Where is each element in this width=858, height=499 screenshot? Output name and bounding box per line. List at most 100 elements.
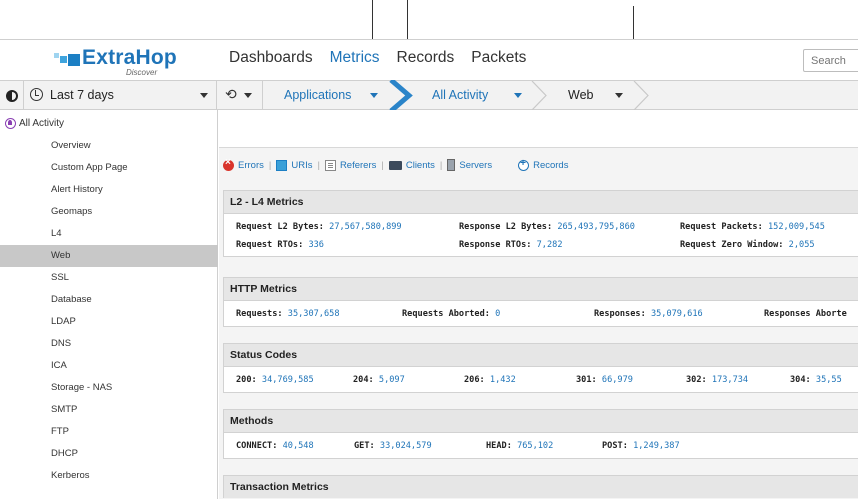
sidebar-item-dhcp[interactable]: DHCP <box>0 443 218 465</box>
chevron-down-icon[interactable] <box>244 93 252 98</box>
breadcrumb-arrow-icon <box>633 81 649 110</box>
metric-status-301[interactable]: 301: 66,979 <box>576 375 633 385</box>
link-servers-label: Servers <box>459 159 493 171</box>
search-input[interactable] <box>803 49 858 72</box>
section-body: Request L2 Bytes: 27,567,580,899 Respons… <box>223 213 858 257</box>
metric-method-head[interactable]: HEAD: 765,102 <box>486 441 553 451</box>
section-methods: Methods CONNECT: 40,548 GET: 33,024,579 … <box>223 409 858 459</box>
sidebar-item-custom-app-page[interactable]: Custom App Page <box>0 157 218 179</box>
sidebar-item-smtp[interactable]: SMTP <box>0 399 218 421</box>
sidebar-root-all-activity[interactable]: All Activity <box>5 118 64 129</box>
metric-request-rtos[interactable]: Request RTOs: 336 <box>236 240 324 250</box>
refresh-icon[interactable]: ⟲ <box>225 86 237 103</box>
metric-responses[interactable]: Responses: 35,079,616 <box>594 309 703 319</box>
main-nav: Dashboards Metrics Records Packets <box>229 49 526 67</box>
metric-status-200[interactable]: 200: 34,769,585 <box>236 375 314 385</box>
sidebar-item-database[interactable]: Database <box>0 289 218 311</box>
add-record-icon <box>518 158 530 171</box>
logo-text: ExtraHop <box>82 46 177 69</box>
link-referers-label: Referers <box>339 159 377 171</box>
section-title: L2 - L4 Metrics <box>223 190 858 213</box>
metric-method-get[interactable]: GET: 33,024,579 <box>354 441 432 451</box>
chevron-down-icon[interactable] <box>615 93 623 98</box>
toolbar-divider <box>23 81 24 110</box>
metric-response-rtos[interactable]: Response RTOs: 7,282 <box>459 240 563 250</box>
section-body: Requests: 35,307,658 Requests Aborted: 0… <box>223 300 858 327</box>
extrahop-logo[interactable]: ExtraHop Discover <box>54 46 204 78</box>
metric-request-zero-window[interactable]: Request Zero Window: 2,055 <box>680 240 815 250</box>
link-separator: | <box>317 159 320 171</box>
link-servers[interactable]: Servers <box>447 159 492 171</box>
metric-links-bar: Errors | URIs | Referers | Clients | Ser… <box>223 157 568 171</box>
time-range-selector[interactable]: Last 7 days <box>50 88 114 102</box>
metric-requests[interactable]: Requests: 35,307,658 <box>236 309 340 319</box>
metric-request-l2-bytes[interactable]: Request L2 Bytes: 27,567,580,899 <box>236 222 402 232</box>
sidebar-item-alert-history[interactable]: Alert History <box>0 179 218 201</box>
link-uris-label: URIs <box>291 159 313 171</box>
logo-mark-icon <box>54 53 80 69</box>
link-errors-label: Errors <box>238 159 264 171</box>
logo-subtitle: Discover <box>126 68 158 77</box>
metric-request-packets[interactable]: Request Packets: 152,009,545 <box>680 222 825 232</box>
sidebar-item-storage-nas[interactable]: Storage - NAS <box>0 377 218 399</box>
link-records[interactable]: Records <box>518 158 568 171</box>
document-icon <box>324 159 336 171</box>
metric-method-post[interactable]: POST: 1,249,387 <box>602 441 680 451</box>
link-referers[interactable]: Referers <box>324 159 377 171</box>
nav-packets[interactable]: Packets <box>471 49 526 67</box>
nav-dashboards[interactable]: Dashboards <box>229 49 313 67</box>
link-errors[interactable]: Errors <box>223 157 264 171</box>
metric-requests-aborted[interactable]: Requests Aborted: 0 <box>402 309 500 319</box>
toolbar: Last 7 days ⟲ Applications All Activity … <box>0 80 858 111</box>
metric-response-l2-bytes[interactable]: Response L2 Bytes: 265,493,795,860 <box>459 222 635 232</box>
section-title: Transaction Metrics <box>223 475 858 498</box>
link-clients-label: Clients <box>405 159 435 171</box>
sidebar-item-geomaps[interactable]: Geomaps <box>0 201 218 223</box>
content-header-area <box>219 110 858 148</box>
main-content: Errors | URIs | Referers | Clients | Ser… <box>219 110 858 499</box>
sidebar-item-ica[interactable]: ICA <box>0 355 218 377</box>
sidebar: All Activity Overview Custom App Page Al… <box>0 110 218 499</box>
metric-status-302[interactable]: 302: 173,734 <box>686 375 748 385</box>
metric-status-204[interactable]: 204: 5,097 <box>353 375 405 385</box>
section-l2-l4-metrics: L2 - L4 Metrics Request L2 Bytes: 27,567… <box>223 190 858 257</box>
nav-metrics[interactable]: Metrics <box>330 49 380 67</box>
sidebar-item-overview[interactable]: Overview <box>0 135 218 157</box>
sidebar-item-ssl[interactable]: SSL <box>0 267 218 289</box>
metric-method-connect[interactable]: CONNECT: 40,548 <box>236 441 314 451</box>
clock-icon <box>30 88 43 101</box>
link-separator: | <box>268 159 272 171</box>
breadcrumb-applications[interactable]: Applications <box>284 88 351 102</box>
sidebar-toggle-icon[interactable] <box>6 90 18 102</box>
metric-status-206[interactable]: 206: 1,432 <box>464 375 516 385</box>
error-icon <box>223 157 234 171</box>
link-uris[interactable]: URIs <box>276 159 313 171</box>
sidebar-item-ldap[interactable]: LDAP <box>0 311 218 333</box>
chevron-down-icon[interactable] <box>370 93 378 98</box>
section-title: Methods <box>223 409 858 432</box>
client-icon <box>388 160 402 170</box>
chevron-down-icon[interactable] <box>200 93 208 98</box>
sidebar-item-dns[interactable]: DNS <box>0 333 218 355</box>
breadcrumb-arrow-icon <box>389 80 413 111</box>
link-separator: | <box>439 159 443 171</box>
application-icon <box>5 118 16 129</box>
metrics-callout-line <box>372 0 408 40</box>
metric-responses-aborted[interactable]: Responses Aborte <box>764 309 847 319</box>
link-separator: | <box>381 159 384 171</box>
chevron-down-icon[interactable] <box>514 93 522 98</box>
breadcrumb-arrow-icon <box>531 81 547 110</box>
sidebar-root-label: All Activity <box>19 118 65 129</box>
section-status-codes: Status Codes 200: 34,769,585 204: 5,097 … <box>223 343 858 393</box>
section-http-metrics: HTTP Metrics Requests: 35,307,658 Reques… <box>223 277 858 327</box>
breadcrumb-all-activity[interactable]: All Activity <box>432 88 488 102</box>
metric-status-304[interactable]: 304: 35,55 <box>790 375 842 385</box>
section-body: 200: 34,769,585 204: 5,097 206: 1,432 30… <box>223 366 858 393</box>
sidebar-item-kerberos[interactable]: Kerberos <box>0 465 218 487</box>
sidebar-item-l4[interactable]: L4 <box>0 223 218 245</box>
sidebar-item-web[interactable]: Web <box>0 245 218 267</box>
sidebar-item-ftp[interactable]: FTP <box>0 421 218 443</box>
nav-records[interactable]: Records <box>397 49 455 67</box>
link-clients[interactable]: Clients <box>388 159 435 171</box>
breadcrumb-web[interactable]: Web <box>568 88 593 102</box>
